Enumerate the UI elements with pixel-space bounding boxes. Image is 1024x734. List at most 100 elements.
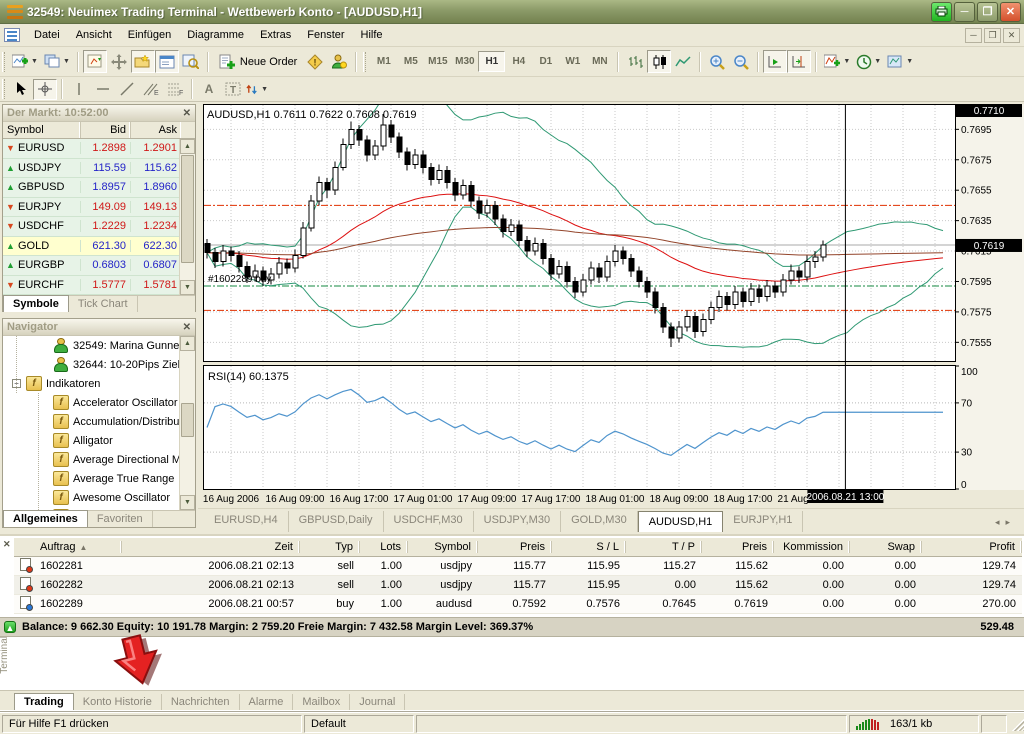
timeframe-m5-button[interactable]: M5	[397, 51, 424, 72]
column-preis[interactable]: Preis	[702, 541, 774, 553]
trendline-tool-button[interactable]	[115, 79, 139, 100]
line-chart-button[interactable]	[671, 50, 695, 73]
navigator-scrollbar[interactable]: ▲ ▼	[179, 336, 195, 510]
timeframe-m1-button[interactable]: M1	[370, 51, 397, 72]
order-row[interactable]: 16022822006.08.21 02:13sell1.00usdjpy115…	[14, 576, 1022, 595]
column-preis[interactable]: Preis	[478, 541, 552, 553]
navigator-item[interactable]: −fIndikatoren	[3, 374, 195, 393]
toolbar-grip[interactable]	[2, 79, 5, 99]
column-swap[interactable]: Swap	[850, 541, 922, 553]
scroll-up-icon[interactable]: ▲	[180, 336, 195, 351]
navigator-item[interactable]: fAverage Directional Movement	[3, 450, 195, 469]
price-chart-svg[interactable]: 0.76950.76750.76550.76350.76150.75950.75…	[198, 104, 1024, 508]
column-typ[interactable]: Typ	[300, 541, 360, 553]
column-lots[interactable]: Lots	[360, 541, 408, 553]
chart-tab-eurjpy-h1[interactable]: EURJPY,H1	[723, 511, 803, 532]
data-window-button[interactable]	[107, 50, 131, 73]
market-watch-row[interactable]: ▼EURUSD1.28981.2901	[3, 139, 195, 159]
auto-scroll-button[interactable]	[763, 50, 787, 73]
column-zeit[interactable]: Zeit	[122, 541, 300, 553]
horizontal-line-tool-button[interactable]	[91, 79, 115, 100]
candlestick-button[interactable]	[647, 50, 671, 73]
timeframe-m30-button[interactable]: M30	[451, 51, 478, 72]
chart-tab-gold-m30[interactable]: GOLD,M30	[561, 511, 638, 532]
navigator-item[interactable]: fBears Power	[3, 507, 195, 510]
menu-diagramme[interactable]: Diagramme	[179, 25, 252, 45]
vertical-line-tool-button[interactable]	[67, 79, 91, 100]
menu-einfügen[interactable]: Einfügen	[120, 25, 179, 45]
close-button[interactable]: ✕	[1000, 2, 1021, 22]
tab-konto-historie[interactable]: Konto Historie	[74, 694, 162, 710]
market-watch-scrollbar[interactable]: ▲ ▼	[179, 139, 195, 295]
column-sl[interactable]: S / L	[552, 541, 626, 553]
navigator-item[interactable]: fAverage True Range	[3, 469, 195, 488]
print-button[interactable]	[931, 2, 952, 22]
templates-button[interactable]: ▼	[884, 50, 916, 73]
navigator-item[interactable]: fAccelerator Oscillator	[3, 393, 195, 412]
menu-fenster[interactable]: Fenster	[299, 25, 352, 45]
tab-allgemeines[interactable]: Allgemeines	[3, 510, 88, 527]
scrollbar-thumb[interactable]	[181, 403, 194, 437]
tab-symbole[interactable]: Symbole	[3, 295, 69, 312]
ea-warning-button[interactable]: !	[303, 50, 327, 73]
new-order-button[interactable]: Neue Order	[213, 50, 303, 73]
market-watch-row[interactable]: ▼EURCHF1.57771.5781	[3, 276, 195, 296]
chart-tab-gbpusd-daily[interactable]: GBPUSD,Daily	[289, 511, 384, 532]
menu-datei[interactable]: Datei	[26, 25, 68, 45]
market-watch-toggle-button[interactable]	[83, 50, 107, 73]
column-symbol[interactable]: Symbol	[408, 541, 478, 553]
market-watch-row[interactable]: ▲GOLD621.30622.30	[3, 237, 195, 257]
column-ask[interactable]: Ask	[131, 122, 181, 138]
chart-tab-eurusd-h4[interactable]: EURUSD,H4	[204, 511, 289, 532]
zoom-in-button[interactable]	[705, 50, 729, 73]
timeframe-w1-button[interactable]: W1	[559, 51, 586, 72]
market-watch-row[interactable]: ▲GBPUSD1.89571.8960	[3, 178, 195, 198]
fibonacci-tool-button[interactable]: F	[163, 79, 187, 100]
order-row[interactable]: 16022892006.08.21 00:57buy1.00audusd0.75…	[14, 595, 1022, 614]
mdi-close-button[interactable]: ✕	[1003, 28, 1020, 43]
status-profile[interactable]: Default	[304, 715, 414, 733]
navigator-item[interactable]: fAlligator	[3, 431, 195, 450]
timeframe-d1-button[interactable]: D1	[532, 51, 559, 72]
toolbar-grip[interactable]	[2, 52, 5, 72]
navigator-item[interactable]: fAccumulation/Distribution	[3, 412, 195, 431]
zoom-out-button[interactable]	[729, 50, 753, 73]
cursor-tool-button[interactable]	[9, 79, 33, 100]
column-bid[interactable]: Bid	[81, 122, 131, 138]
market-watch-title-bar[interactable]: Der Markt: 10:52:00 ✕	[3, 105, 195, 122]
tab-mailbox[interactable]: Mailbox	[293, 694, 350, 710]
mdi-minimize-button[interactable]: ─	[965, 28, 982, 43]
navigator-close-icon[interactable]: ✕	[183, 322, 191, 333]
menu-extras[interactable]: Extras	[252, 25, 299, 45]
ea-person-button[interactable]	[327, 50, 351, 73]
navigator-item[interactable]: fAwesome Oscillator	[3, 488, 195, 507]
timeframe-h1-button[interactable]: H1	[478, 51, 505, 72]
profiles-button[interactable]: ▼	[41, 50, 73, 73]
scroll-down-icon[interactable]: ▼	[180, 280, 195, 295]
column-tp[interactable]: T / P	[626, 541, 702, 553]
chart-tab-usdchf-m30[interactable]: USDCHF,M30	[384, 511, 474, 532]
terminal-close-icon[interactable]: ✕	[3, 539, 11, 550]
minimize-button[interactable]: ─	[954, 2, 975, 22]
column-kommission[interactable]: Kommission	[774, 541, 850, 553]
mdi-restore-button[interactable]: ❐	[984, 28, 1001, 43]
price-chart-area[interactable]: 0.76950.76750.76550.76350.76150.75950.75…	[198, 104, 1024, 508]
market-watch-row[interactable]: ▲EURGBP0.68030.6807	[3, 256, 195, 276]
chart-tab-usdjpy-m30[interactable]: USDJPY,M30	[474, 511, 561, 532]
tab-journal[interactable]: Journal	[350, 694, 405, 710]
market-watch-close-icon[interactable]: ✕	[183, 108, 191, 119]
text-tool-button[interactable]: A	[197, 79, 221, 100]
scroll-up-icon[interactable]: ▲	[180, 139, 195, 154]
scroll-down-icon[interactable]: ▼	[180, 495, 195, 510]
navigator-title-bar[interactable]: Navigator ✕	[3, 319, 195, 336]
menu-ansicht[interactable]: Ansicht	[68, 25, 120, 45]
chart-tab-audusd-h1[interactable]: AUDUSD,H1	[638, 511, 724, 532]
column-auftrag[interactable]: Auftrag▲	[34, 541, 122, 553]
maximize-button[interactable]: ❐	[977, 2, 998, 22]
tab-alarme[interactable]: Alarme	[240, 694, 294, 710]
periods-button[interactable]: ▼	[853, 50, 884, 73]
tab-favoriten[interactable]: Favoriten	[88, 511, 153, 527]
timeframe-h4-button[interactable]: H4	[505, 51, 532, 72]
text-label-tool-button[interactable]: T	[221, 79, 245, 100]
terminal-toggle-button[interactable]	[155, 50, 179, 73]
